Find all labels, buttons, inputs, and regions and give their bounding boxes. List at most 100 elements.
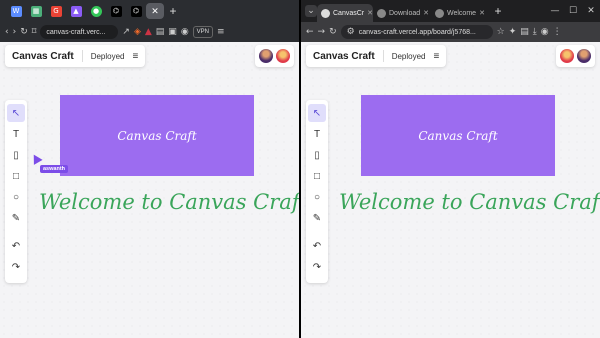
status-text: Deployed [90,51,125,61]
welcome-text[interactable]: Welcome to Canvas Craft [39,190,299,214]
extensions-icon[interactable]: ✦ [509,27,517,37]
menu-icon[interactable]: ⋮ [553,27,562,37]
collaborators [255,45,294,67]
profile-icon[interactable]: ◉ [541,27,549,37]
select-tool[interactable]: ↖ [308,104,326,122]
status-text: Deployed [391,51,426,61]
right-tab-bar: ⌄ CanvasCr ✕ Download ✕ Welcome ✕ + — ☐ … [301,0,600,22]
tab-2[interactable]: ▦ [26,0,46,22]
avatar[interactable] [259,49,273,63]
divider [382,50,384,62]
left-address-bar: ‹ › ↻ ⌑ canvas-craft.verc... ↗ ◈ ▲ ▤ ▣ ◉… [0,22,299,42]
tab-download[interactable]: Download ✕ [373,4,431,22]
redo-tool[interactable]: ↷ [7,258,25,276]
app-title: Canvas Craft [313,50,375,62]
text-tool[interactable]: T [308,125,326,143]
undo-tool[interactable]: ↶ [7,237,25,255]
avatar[interactable] [276,49,290,63]
wallet-icon[interactable]: ▣ [168,27,177,37]
avatar[interactable] [577,49,591,63]
new-tab-icon[interactable]: + [164,4,182,18]
tab-search-icon[interactable]: ⌄ [305,5,317,17]
canvas-app[interactable]: Canvas Craft Deployed ≡ ↖ T ▯ □ ○ ✎ ↶ ↷ … [0,42,299,338]
minimize-icon[interactable]: — [546,6,564,16]
new-tab-icon[interactable]: + [489,4,507,18]
avatar[interactable] [560,49,574,63]
reload-icon[interactable]: ↻ [329,27,337,37]
right-browser-window: ⌄ CanvasCr ✕ Download ✕ Welcome ✕ + — ☐ … [301,0,600,338]
pen-tool[interactable]: ✎ [7,209,25,227]
ellipse-tool[interactable]: ○ [7,188,25,206]
sidebar-icon[interactable]: ▤ [156,27,165,37]
tab-6[interactable]: ⌬ [106,0,126,22]
close-window-icon[interactable]: ✕ [582,6,600,16]
github-icon: ⌬ [110,5,122,17]
brave-rewards-icon[interactable]: ▲ [145,27,152,37]
sidebar-icon[interactable]: ▤ [520,27,529,37]
github-icon: ⌬ [130,5,142,17]
app-title: Canvas Craft [12,50,74,62]
redo-tool[interactable]: ↷ [308,258,326,276]
text-tool[interactable]: T [7,125,25,143]
url-field[interactable]: canvas-craft.verc... [40,25,119,39]
menu-icon[interactable]: ≡ [217,27,225,37]
canvas-rectangle[interactable]: Canvas Craft [361,95,555,176]
tab-welcome[interactable]: Welcome ✕ [431,4,489,22]
tab-canvascraft[interactable]: CanvasCr ✕ [317,4,373,22]
select-tool[interactable]: ↖ [7,104,25,122]
hamburger-menu-icon[interactable]: ≡ [434,51,440,62]
back-icon[interactable]: ‹ [5,27,9,37]
remote-cursor-icon [29,152,43,165]
tab-favicon-icon [377,8,386,18]
reload-icon[interactable]: ↻ [20,27,28,37]
left-browser-window: W ▦ G ▲ ● ⌬ ⌬ ✕ + ‹ › ↻ ⌑ canvas-craft.v… [0,0,299,338]
maximize-icon[interactable]: ☐ [564,6,582,16]
canvas-rectangle[interactable]: Canvas Craft [60,95,254,176]
collaborators [556,45,595,67]
bookmark-star-icon[interactable]: ☆ [497,27,505,37]
tab-favicon-icon: W [10,5,22,17]
rectangle-text: Canvas Craft [117,128,197,143]
tab-1[interactable]: W [6,0,26,22]
tool-sidebar: ↖ T ▯ □ ○ ✎ ↶ ↷ [306,100,328,283]
bookmark-icon[interactable]: ⌑ [32,27,37,37]
tab-favicon-icon: ▲ [70,5,82,17]
cursor-name-badge: aswanth [40,165,69,173]
tab-favicon-icon: G [50,5,62,17]
tab-favicon-icon [321,8,330,18]
tab-label: Welcome [447,9,477,17]
undo-tool[interactable]: ↶ [308,237,326,255]
brave-shield-icon[interactable]: ◈ [134,27,141,37]
profile-icon[interactable]: ◉ [181,27,189,37]
tab-5[interactable]: ● [86,0,106,22]
left-tab-bar: W ▦ G ▲ ● ⌬ ⌬ ✕ + [0,0,299,22]
vpn-label: VPN [196,29,210,35]
welcome-text[interactable]: Welcome to Canvas Craft [339,190,600,214]
rectangle-tool[interactable]: □ [308,167,326,185]
url-text: canvas-craft.vercel.app/board/j5768... [358,28,476,36]
forward-icon[interactable]: › [13,27,17,37]
tab-7[interactable]: ⌬ [126,0,146,22]
note-tool[interactable]: ▯ [7,146,25,164]
tab-3[interactable]: G [46,0,66,22]
url-field[interactable]: ⚙ canvas-craft.vercel.app/board/j5768... [340,25,493,39]
ellipse-tool[interactable]: ○ [308,188,326,206]
note-tool[interactable]: ▯ [308,146,326,164]
pen-tool[interactable]: ✎ [308,209,326,227]
tab-favicon-icon [435,8,444,18]
back-icon[interactable]: ← [306,27,314,37]
close-tab-icon[interactable]: ✕ [479,9,485,17]
tab-favicon-icon: ▦ [30,5,42,17]
tab-4[interactable]: ▲ [66,0,86,22]
canvas-app[interactable]: Canvas Craft Deployed ≡ ↖ T ▯ □ ○ ✎ ↶ ↷ … [301,42,600,338]
site-info-icon[interactable]: ⚙ [347,27,355,37]
hamburger-menu-icon[interactable]: ≡ [133,51,139,62]
close-tab-icon[interactable]: ✕ [146,3,164,19]
close-tab-icon[interactable]: ✕ [423,9,429,17]
tab-favicon-icon: ● [90,5,102,17]
share-icon[interactable]: ↗ [122,27,130,37]
rectangle-tool[interactable]: □ [7,167,25,185]
download-icon[interactable]: ⤓ [533,27,537,37]
forward-icon[interactable]: → [318,27,326,37]
vpn-button[interactable]: VPN [192,26,214,38]
